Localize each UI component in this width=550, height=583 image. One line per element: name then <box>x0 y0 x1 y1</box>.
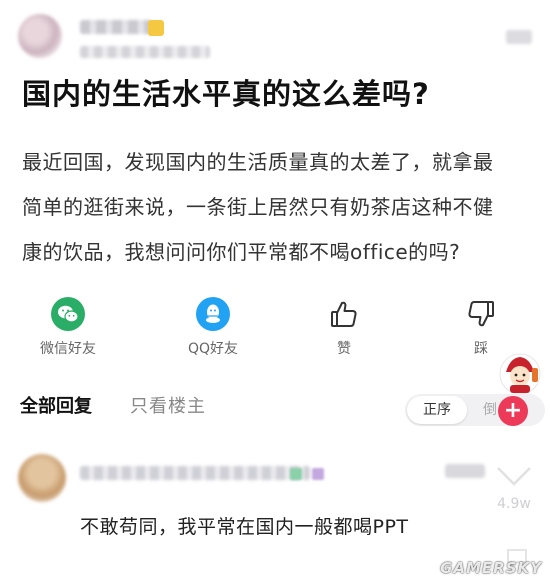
like-label: 赞 <box>337 341 351 357</box>
sort-descending-option[interactable]: 倒 <box>483 394 497 426</box>
post-card: 国内的生活水平真的这么差吗? 最近回国，发现国内的生活质量真的太差了，就拿最 简… <box>0 0 550 372</box>
mascot-sticker-icon[interactable] <box>496 352 544 396</box>
sort-ascending-option[interactable]: 正序 <box>407 396 467 424</box>
thumbs-up-icon <box>327 297 361 331</box>
qq-icon <box>196 297 230 331</box>
share-qq-button[interactable]: QQ好友 <box>163 297 263 358</box>
comment-tabs: 全部回复 只看楼主 正序 倒 + <box>0 372 550 432</box>
post-body-line: 最近回国，发现国内的生活质量真的太差了，就拿最 <box>22 150 494 174</box>
like-button[interactable]: 赞 <box>294 297 394 358</box>
share-wechat-label: 微信好友 <box>40 341 96 357</box>
author-name-blurred[interactable] <box>80 20 152 34</box>
post-author-row[interactable] <box>18 10 532 65</box>
dislike-button[interactable]: 踩 <box>431 297 531 358</box>
add-reply-button[interactable]: + <box>498 396 528 426</box>
post-meta-blurred <box>80 46 210 58</box>
post-body-line: 简单的逛街来说，一条街上居然只有奶茶店这种不健 <box>22 195 494 219</box>
commenter-name-blurred[interactable] <box>80 466 310 480</box>
comments-section: 全部回复 只看楼主 正序 倒 + 4.9w 不敢苟同，我平常在国内一般都喝PPT <box>0 372 550 583</box>
author-avatar[interactable] <box>18 14 62 58</box>
tab-op-only[interactable]: 只看楼主 <box>130 392 206 418</box>
share-qq-label: QQ好友 <box>187 341 239 357</box>
comment-text: 不敢苟同，我平常在国内一般都喝PPT <box>80 516 409 538</box>
thumbs-down-icon <box>464 297 498 331</box>
vip-badge-icon <box>148 20 164 36</box>
comment-like-count: 4.9w <box>497 496 531 512</box>
share-wechat-button[interactable]: 微信好友 <box>18 297 118 358</box>
commenter-badge-icon <box>312 468 324 480</box>
gamersky-watermark: GAMERSKY <box>440 559 542 577</box>
post-body: 最近回国，发现国内的生活质量真的太差了，就拿最 简单的逛街来说，一条街上居然只有… <box>22 140 537 275</box>
wechat-icon <box>51 297 85 331</box>
commenter-badge-icon <box>290 468 302 480</box>
follow-button-blurred[interactable] <box>506 30 532 44</box>
share-row: 微信好友 QQ好友 赞 踩 <box>0 297 550 363</box>
post-title: 国内的生活水平真的这么差吗? <box>22 77 430 111</box>
commenter-avatar[interactable] <box>18 454 66 502</box>
side-like-icon[interactable] <box>492 454 536 494</box>
post-body-line: 康的饮品，我想问问你们平常都不喝office的吗? <box>22 240 461 264</box>
comment-meta-blurred <box>445 464 485 478</box>
tab-all-replies[interactable]: 全部回复 <box>20 392 92 418</box>
